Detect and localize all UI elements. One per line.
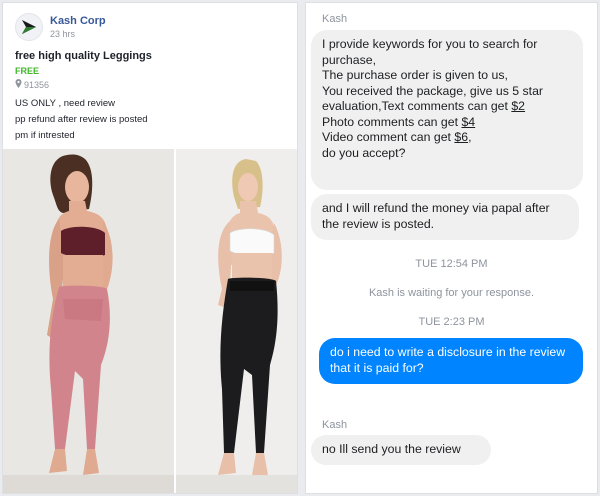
- incoming-message-bubble[interactable]: I provide keywords for you to search for…: [311, 30, 583, 190]
- listing-title[interactable]: free high quality Leggings: [15, 50, 152, 62]
- post-timestamp: 23 hrs: [50, 29, 76, 39]
- description-line: pp refund after review is posted: [15, 114, 148, 125]
- listing-photo-black-leggings[interactable]: [176, 149, 297, 493]
- incoming-message-bubble[interactable]: no Ill send you the review: [311, 435, 491, 465]
- description-line: US ONLY , need review: [15, 98, 115, 109]
- post-header: Kash Corp 23 hrs: [15, 13, 285, 45]
- amount-link[interactable]: $4: [461, 115, 475, 129]
- pin-icon: [15, 79, 22, 90]
- message-timestamp: TUE 2:23 PM: [418, 316, 485, 328]
- outgoing-message-bubble[interactable]: do i need to write a disclosure in the r…: [319, 338, 583, 384]
- message-text: Video comment can get: [322, 130, 451, 144]
- sender-name: Kash: [322, 13, 348, 25]
- messenger-conversation: Kash I provide keywords for you to searc…: [305, 2, 598, 494]
- listing-location: 91356: [15, 79, 49, 90]
- location-zip: 91356: [24, 79, 50, 90]
- message-text: I provide keywords for you to search for…: [322, 37, 544, 113]
- description-line: pm if intrested: [15, 130, 75, 141]
- company-name-link[interactable]: Kash Corp: [50, 15, 106, 27]
- marketplace-post: Kash Corp 23 hrs free high quality Leggi…: [2, 2, 298, 494]
- incoming-message-bubble[interactable]: and I will refund the money via papal af…: [311, 194, 579, 240]
- message-text: Photo comments can get: [322, 114, 459, 129]
- arrow-logo-icon[interactable]: [15, 13, 43, 41]
- listing-photo-pink-leggings[interactable]: [3, 149, 174, 493]
- listing-price: FREE: [15, 66, 40, 76]
- amount-link[interactable]: $2: [511, 99, 525, 113]
- waiting-status: Kash is waiting for your response.: [368, 287, 535, 299]
- message-timestamp: TUE 12:54 PM: [415, 258, 488, 270]
- sender-name: Kash: [322, 419, 348, 431]
- amount-link[interactable]: $6: [454, 130, 468, 144]
